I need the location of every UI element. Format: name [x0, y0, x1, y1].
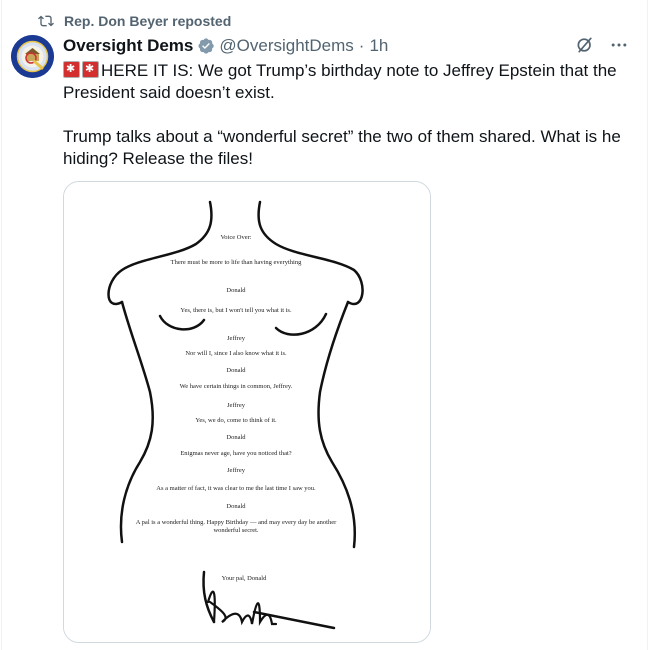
tweet-paragraph-2: Trump talks about a “wonderful secret” t…	[63, 127, 621, 168]
verified-badge-icon[interactable]	[197, 37, 215, 55]
repost-icon	[38, 15, 54, 27]
rotating-light-emoji-icon	[63, 61, 80, 78]
repost-indicator[interactable]: Rep. Don Beyer reposted	[38, 12, 231, 30]
rotating-light-emoji-icon	[82, 61, 99, 78]
letter-line: As a matter of fact, it was clear to me …	[156, 485, 316, 492]
letter-line: Jeffrey	[227, 402, 246, 409]
separator-dot: ·	[358, 36, 365, 55]
tweet-header: Oversight Dems @OversightDems · 1h	[63, 35, 388, 57]
letter-line: There must be more to life than having e…	[171, 259, 302, 266]
tweet-paragraph-1-text: HERE IT IS: We got Trump’s birthday note…	[63, 61, 617, 102]
letter-line: Yes, we do, come to think of it.	[195, 417, 277, 424]
birthday-letter-image: Voice Over: There must be more to life th…	[64, 182, 430, 642]
letter-line: We have certain things in common, Jeffre…	[180, 383, 293, 390]
letter-line: A pal is a wonderful thing. Happy Birthd…	[136, 519, 337, 526]
avatar[interactable]	[11, 35, 54, 78]
tweet-image[interactable]: Voice Over: There must be more to life th…	[63, 181, 431, 643]
author-name[interactable]: Oversight Dems	[63, 36, 193, 56]
letter-line: Jeffrey	[227, 335, 246, 342]
grok-icon[interactable]	[575, 35, 595, 55]
letter-line: Enigmas never age, have you noticed that…	[180, 450, 291, 457]
tweet-paragraph-1: HERE IT IS: We got Trump’s birthday note…	[63, 60, 643, 104]
letter-line: Donald	[226, 367, 246, 374]
author-handle[interactable]: @OversightDems	[219, 36, 353, 56]
tweet-card[interactable]: Rep. Don Beyer reposted Oversight Dems @…	[1, 0, 648, 650]
letter-line: Voice Over:	[220, 234, 251, 241]
letter-line: Jeffrey	[227, 467, 246, 474]
more-options-icon[interactable]	[609, 35, 629, 55]
letter-line: Donald	[226, 287, 246, 294]
letter-line: Nor will I, since I also know what it is…	[185, 350, 287, 357]
tweet-actions	[575, 35, 629, 55]
repost-label: Rep. Don Beyer reposted	[64, 13, 232, 29]
letter-line: Donald	[226, 503, 246, 510]
letter-line: wonderful secret.	[213, 527, 258, 534]
letter-line: Your pal, Donald	[222, 575, 267, 582]
seal-logo-icon	[11, 35, 54, 78]
timestamp[interactable]: 1h	[369, 36, 388, 56]
tweet-text: HERE IT IS: We got Trump’s birthday note…	[63, 60, 643, 170]
letter-line: Donald	[226, 434, 246, 441]
letter-line: Yes, there is, but I won't tell you what…	[180, 307, 292, 314]
